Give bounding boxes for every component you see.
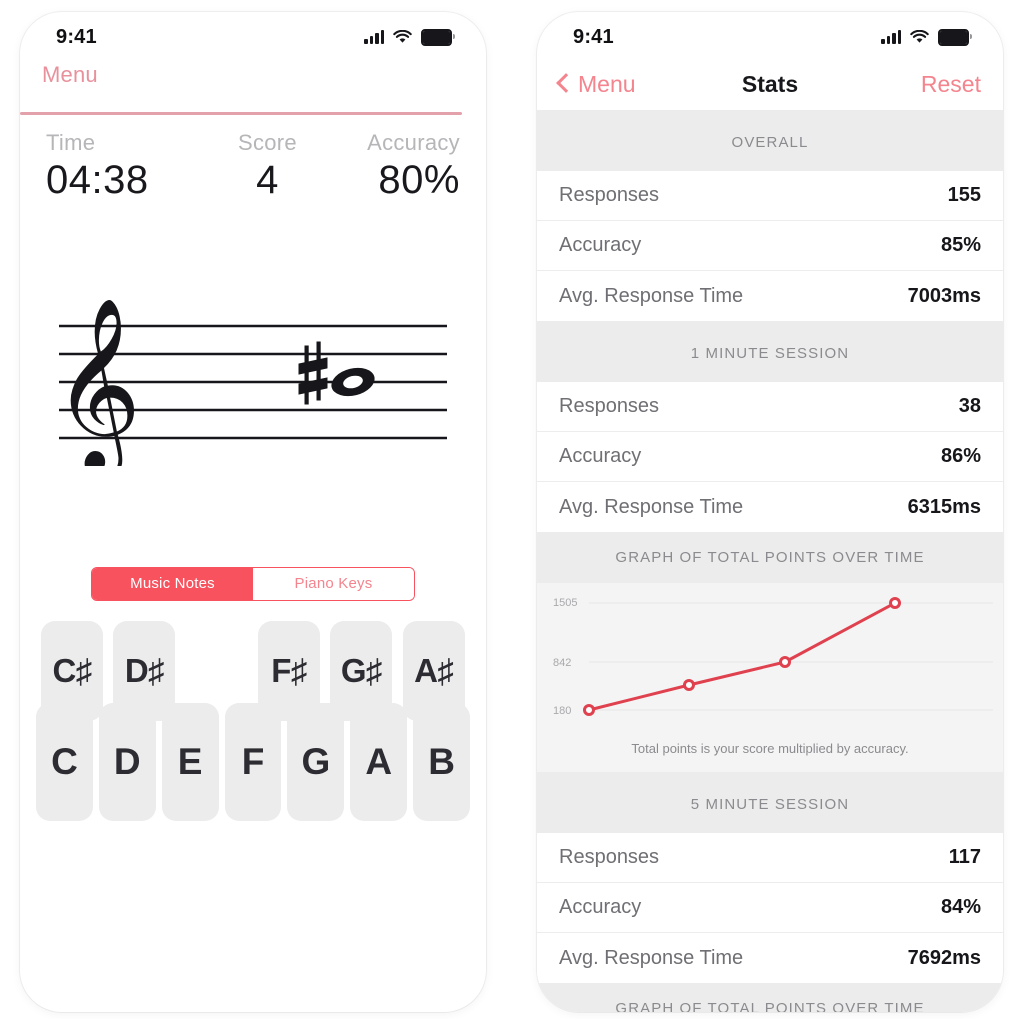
table-row: Responses 117 bbox=[537, 833, 1003, 883]
status-bar-time: 9:41 bbox=[56, 25, 97, 48]
status-bar-left: 9:41 bbox=[20, 12, 486, 58]
section-rows-1-minute: Responses 38 Accuracy 86% Avg. Response … bbox=[537, 382, 1003, 532]
row-value: 84% bbox=[940, 896, 981, 918]
row-label: Accuracy bbox=[559, 896, 642, 918]
row-label: Responses bbox=[559, 846, 660, 868]
table-row: Responses 38 bbox=[537, 382, 1003, 432]
battery-icon bbox=[421, 28, 455, 46]
row-label: Responses bbox=[559, 395, 660, 417]
segment-music-notes[interactable]: Music Notes bbox=[92, 567, 253, 600]
piano-keyboard: C♯ D♯ F♯ G♯ A♯ C D E F G A B bbox=[20, 620, 486, 821]
status-bar-right: 9:41 bbox=[537, 12, 1003, 58]
status-bar-icons bbox=[881, 28, 972, 46]
reset-button[interactable]: Reset bbox=[921, 71, 981, 98]
hud-accuracy: Accuracy 80% bbox=[323, 129, 460, 203]
section-rows-5-minute: Responses 117 Accuracy 84% Avg. Response… bbox=[537, 833, 1003, 983]
row-value: 7003ms bbox=[907, 284, 981, 307]
hud-score-label: Score bbox=[237, 129, 297, 155]
wifi-icon bbox=[910, 30, 929, 43]
chart-plot-area: 1505 842 180 bbox=[537, 583, 1003, 733]
row-label: Responses bbox=[559, 184, 660, 206]
row-value: 155 bbox=[947, 184, 981, 206]
table-row: Avg. Response Time 6315ms bbox=[537, 482, 1003, 532]
music-staff: 𝄞 bbox=[53, 297, 447, 466]
row-label: Accuracy bbox=[559, 234, 642, 256]
cellular-signal-icon bbox=[881, 30, 901, 44]
row-value: 6315ms bbox=[907, 495, 981, 518]
phone-right-stats-screen: 9:41 Menu Stats Reset OVERALL Responses … bbox=[537, 12, 1003, 1012]
hud-accuracy-label: Accuracy bbox=[367, 129, 460, 155]
hud-score: Score 4 bbox=[212, 129, 324, 203]
section-header-1-minute: 1 MINUTE SESSION bbox=[537, 321, 1003, 382]
back-button-label: Menu bbox=[578, 70, 636, 97]
row-value: 117 bbox=[948, 846, 981, 868]
key-g[interactable]: G bbox=[287, 702, 345, 821]
hud-accuracy-value: 80% bbox=[378, 157, 460, 202]
row-label: Accuracy bbox=[559, 445, 642, 467]
game-hud: Time 04:38 Score 4 Accuracy 80% bbox=[20, 115, 486, 203]
hud-time: Time 04:38 bbox=[46, 129, 212, 203]
points-over-time-chart: 1505 842 180 Total points is your score … bbox=[537, 583, 1003, 772]
hud-time-label: Time bbox=[46, 129, 96, 155]
whole-note-icon bbox=[331, 367, 375, 396]
stats-scroll-area[interactable]: OVERALL Responses 155 Accuracy 85% Avg. … bbox=[537, 110, 1003, 1012]
y-tick-top: 1505 bbox=[553, 597, 577, 609]
app-store-screenshot-pair: 9:41 Menu Time 04:38 Score 4 Accuracy 80… bbox=[0, 0, 1024, 1019]
chart-svg: 1505 842 180 bbox=[537, 583, 1003, 733]
treble-clef-icon: 𝄞 bbox=[53, 297, 141, 466]
key-b[interactable]: B bbox=[413, 702, 471, 821]
status-bar-icons bbox=[364, 28, 455, 46]
y-tick-middle: 842 bbox=[553, 657, 571, 669]
wifi-icon bbox=[393, 30, 412, 43]
row-value: 85% bbox=[940, 234, 981, 256]
hud-time-value: 04:38 bbox=[46, 157, 149, 202]
menu-button[interactable]: Menu bbox=[42, 62, 486, 88]
key-f[interactable]: F bbox=[224, 702, 282, 821]
y-tick-bottom: 180 bbox=[553, 705, 571, 717]
section-header-graph: GRAPH OF TOTAL POINTS OVER TIME bbox=[537, 532, 1003, 583]
section-rows-overall: Responses 155 Accuracy 85% Avg. Response… bbox=[537, 171, 1003, 321]
key-e[interactable]: E bbox=[161, 702, 219, 821]
stats-nav-bar: Menu Stats Reset bbox=[537, 58, 1003, 110]
phone-left-game-screen: 9:41 Menu Time 04:38 Score 4 Accuracy 80… bbox=[20, 12, 486, 1012]
row-label: Avg. Response Time bbox=[559, 946, 744, 969]
row-value: 38 bbox=[958, 395, 981, 417]
status-bar-time: 9:41 bbox=[573, 25, 614, 48]
chevron-left-icon bbox=[556, 73, 576, 93]
section-header-overall: OVERALL bbox=[537, 110, 1003, 171]
row-label: Avg. Response Time bbox=[559, 495, 744, 518]
chart-caption: Total points is your score multiplied by… bbox=[631, 741, 909, 756]
sharp-accidental-icon bbox=[298, 341, 328, 404]
table-row: Avg. Response Time 7003ms bbox=[537, 271, 1003, 321]
mode-segmented-control-wrap: Music Notes Piano Keys bbox=[20, 566, 486, 601]
mode-segmented-control[interactable]: Music Notes Piano Keys bbox=[91, 566, 415, 601]
row-value: 7692ms bbox=[907, 946, 981, 969]
section-header-graph-bottom: GRAPH OF TOTAL POINTS OVER TIME bbox=[537, 983, 1003, 1012]
key-d[interactable]: D bbox=[98, 702, 156, 821]
battery-icon bbox=[938, 28, 972, 46]
row-value: 86% bbox=[940, 445, 981, 467]
key-a[interactable]: A bbox=[350, 702, 408, 821]
music-staff-area: 𝄞 bbox=[20, 203, 486, 533]
segment-piano-keys[interactable]: Piano Keys bbox=[253, 567, 414, 600]
table-row: Accuracy 85% bbox=[537, 221, 1003, 271]
back-to-menu-button[interactable]: Menu bbox=[556, 70, 636, 98]
row-label: Avg. Response Time bbox=[559, 284, 744, 307]
table-row: Accuracy 84% bbox=[537, 883, 1003, 933]
section-header-5-minute: 5 MINUTE SESSION bbox=[537, 772, 1003, 833]
game-nav-bar: Menu bbox=[20, 58, 486, 106]
table-row: Accuracy 86% bbox=[537, 432, 1003, 482]
table-row: Avg. Response Time 7692ms bbox=[537, 933, 1003, 983]
hud-score-value: 4 bbox=[256, 157, 279, 202]
cellular-signal-icon bbox=[364, 30, 384, 44]
table-row: Responses 155 bbox=[537, 171, 1003, 221]
key-c[interactable]: C bbox=[36, 702, 93, 821]
